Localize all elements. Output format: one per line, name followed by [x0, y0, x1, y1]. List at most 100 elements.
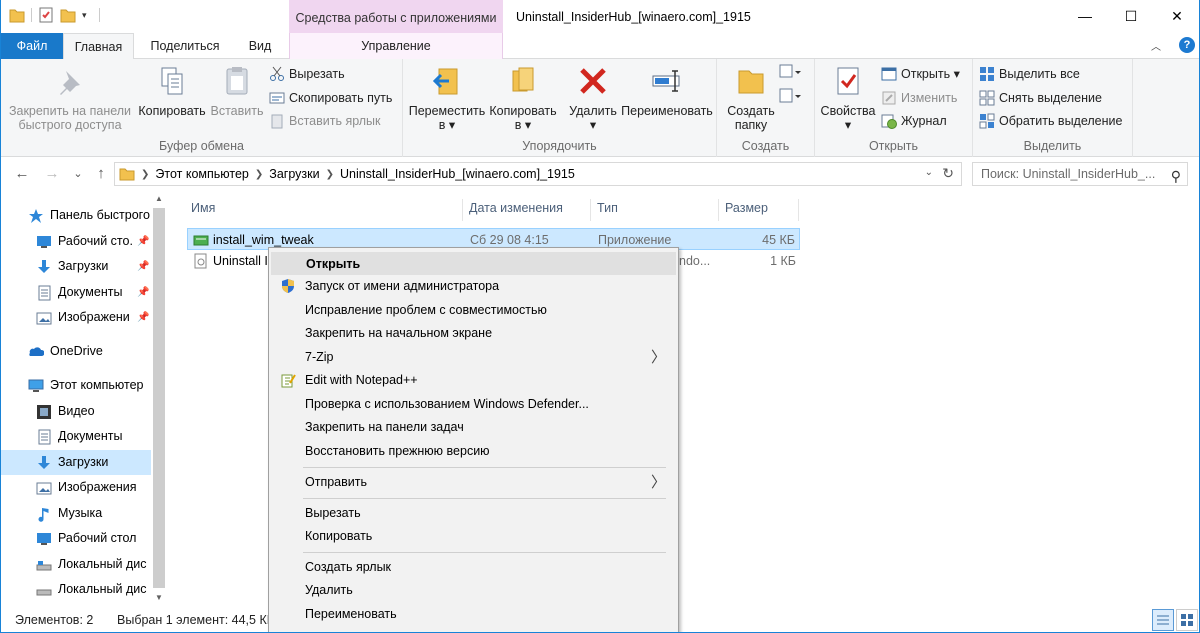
invert-selection-button[interactable]: Обратить выделение: [979, 111, 1122, 131]
menu-item-rename[interactable]: Переименовать: [271, 603, 676, 626]
refresh-icon[interactable]: ↻: [942, 165, 954, 182]
file-name: Uninstall I: [213, 254, 268, 268]
new-folder-button[interactable]: Создать папку: [721, 65, 781, 132]
documents-icon: [38, 285, 51, 301]
tab-share[interactable]: Поделиться: [139, 33, 231, 59]
details-view-button[interactable]: [1152, 609, 1174, 631]
nav-item-this-pc[interactable]: Этот компьютер: [1, 373, 151, 398]
new-item-button[interactable]: [779, 64, 801, 84]
qat-dropdown-icon[interactable]: ▾: [82, 10, 87, 21]
menu-separator: [303, 498, 666, 499]
maximize-button[interactable]: ☐: [1108, 0, 1154, 32]
copy-path-button[interactable]: Скопировать путь: [269, 88, 392, 108]
large-icons-view-button[interactable]: [1176, 609, 1198, 631]
nav-item-pictures-pinned[interactable]: Изображени 📌: [1, 305, 151, 330]
menu-item-run-as-admin[interactable]: Запуск от имени администратора: [271, 275, 676, 298]
delete-button[interactable]: Удалить ▾: [563, 65, 623, 132]
video-icon: [37, 405, 51, 419]
open-button[interactable]: Открыть ▾: [881, 64, 960, 84]
menu-item-cut[interactable]: Вырезать: [271, 502, 676, 525]
forward-button[interactable]: →: [43, 165, 61, 183]
group-organize: Переместить в ▾ Копировать в ▾ Удалить ▾…: [403, 59, 717, 157]
nav-item-music[interactable]: Музыка: [1, 501, 151, 526]
pin-icon: 📌: [137, 261, 150, 272]
nav-item-desktop[interactable]: Рабочий стол: [1, 526, 151, 551]
history-button[interactable]: Журнал: [881, 111, 947, 131]
select-all-button[interactable]: Выделить все: [979, 64, 1080, 84]
menu-item-notepad-plus[interactable]: Edit with Notepad++: [271, 369, 676, 392]
column-header-type[interactable]: Тип: [591, 199, 719, 221]
nav-item-pictures[interactable]: Изображения: [1, 475, 151, 500]
uac-shield-icon: [282, 279, 294, 293]
scroll-down-icon[interactable]: ▼: [151, 590, 167, 606]
address-bar[interactable]: ❯ Этот компьютер ❯ Загрузки ❯ Uninstall_…: [114, 162, 962, 186]
minimize-button[interactable]: —: [1062, 0, 1108, 32]
breadcrumb-downloads[interactable]: Загрузки: [269, 167, 319, 181]
column-header-size[interactable]: Размер: [719, 199, 799, 221]
pin-quick-access-button[interactable]: Закрепить на панели быстрого доступа: [7, 65, 133, 132]
nav-item-documents-pinned[interactable]: Документы 📌: [1, 280, 151, 305]
breadcrumb-current-folder[interactable]: Uninstall_InsiderHub_[winaero.com]_1915: [340, 167, 575, 181]
scroll-up-icon[interactable]: ▲: [151, 191, 167, 207]
edit-icon: [882, 91, 896, 105]
nav-item-videos[interactable]: Видео: [1, 399, 151, 424]
properties-button[interactable]: Свойства ▾: [817, 65, 879, 132]
search-input[interactable]: Поиск: Uninstall_InsiderHub_... ⚲: [972, 162, 1188, 186]
nav-item-downloads-pinned[interactable]: Загрузки 📌: [1, 254, 151, 279]
window-title: Uninstall_InsiderHub_[winaero.com]_1915: [516, 10, 751, 24]
menu-item-create-shortcut[interactable]: Создать ярлык: [271, 556, 676, 579]
nav-item-downloads[interactable]: Загрузки: [1, 450, 151, 475]
menu-item-open[interactable]: Открыть: [271, 252, 676, 275]
copy-to-icon: [512, 67, 534, 92]
properties-icon[interactable]: [38, 6, 54, 24]
menu-item-compatibility[interactable]: Исправление проблем с совместимостью: [271, 299, 676, 322]
tab-manage[interactable]: Управление: [289, 33, 503, 59]
nav-item-desktop-pinned[interactable]: Рабочий сто. 📌: [1, 229, 151, 254]
help-button[interactable]: ?: [1179, 37, 1195, 53]
nav-item-quick-access[interactable]: Панель быстрого: [1, 203, 151, 228]
submenu-arrow-icon: 〉: [650, 349, 666, 366]
paste-shortcut-button[interactable]: Вставить ярлык: [269, 111, 381, 131]
edit-button[interactable]: Изменить: [881, 88, 957, 108]
move-to-icon: [432, 68, 458, 95]
close-button[interactable]: ✕: [1154, 0, 1199, 32]
tab-view[interactable]: Вид: [237, 33, 283, 59]
menu-item-defender-scan[interactable]: Проверка с использованием Windows Defend…: [271, 393, 676, 416]
menu-item-pin-taskbar[interactable]: Закрепить на панели задач: [271, 416, 676, 439]
menu-item-pin-start[interactable]: Закрепить на начальном экране: [271, 322, 676, 345]
menu-item-7zip[interactable]: 7-Zip 〉: [271, 346, 676, 369]
copy-icon: [161, 67, 183, 95]
up-button[interactable]: ↑: [92, 165, 110, 183]
file-size: 45 КБ: [762, 233, 795, 247]
menu-item-restore-previous[interactable]: Восстановить прежнюю версию: [271, 440, 676, 463]
column-header-date[interactable]: Дата изменения: [463, 199, 591, 221]
disk-icon: [36, 589, 52, 596]
nav-item-local-disk-d[interactable]: Локальный дис: [1, 577, 151, 602]
new-folder-icon[interactable]: [60, 6, 76, 24]
menu-item-copy[interactable]: Копировать: [271, 525, 676, 548]
back-button[interactable]: ←: [13, 165, 31, 183]
paste-button[interactable]: Вставить: [209, 65, 265, 118]
application-icon: [193, 235, 209, 246]
column-header-name[interactable]: Имя: [185, 199, 463, 221]
cut-button[interactable]: Вырезать: [269, 64, 345, 84]
rename-button[interactable]: Переименовать: [619, 65, 715, 118]
copy-button[interactable]: Копировать: [137, 65, 207, 118]
breadcrumb-this-pc[interactable]: Этот компьютер: [155, 167, 248, 181]
chevron-down-icon[interactable]: ⌄: [925, 167, 933, 178]
invert-selection-icon: [979, 113, 995, 129]
tab-file[interactable]: Файл: [1, 33, 63, 59]
nav-item-local-disk-c[interactable]: Локальный дис: [1, 552, 151, 577]
move-to-button[interactable]: Переместить в ▾: [407, 65, 487, 132]
menu-item-delete[interactable]: Удалить: [271, 579, 676, 602]
menu-item-send-to[interactable]: Отправить 〉: [271, 471, 676, 494]
recent-locations-button[interactable]: ⌄: [69, 165, 87, 183]
tab-home[interactable]: Главная: [63, 33, 134, 60]
easy-access-button[interactable]: [779, 88, 801, 108]
nav-item-documents[interactable]: Документы: [1, 424, 151, 449]
chevron-up-icon[interactable]: ︿: [1151, 38, 1165, 53]
copy-to-button[interactable]: Копировать в ▾: [487, 65, 559, 132]
select-none-button[interactable]: Снять выделение: [979, 88, 1102, 108]
nav-item-onedrive[interactable]: OneDrive: [1, 339, 151, 364]
nav-scrollbar-thumb[interactable]: [153, 208, 165, 588]
